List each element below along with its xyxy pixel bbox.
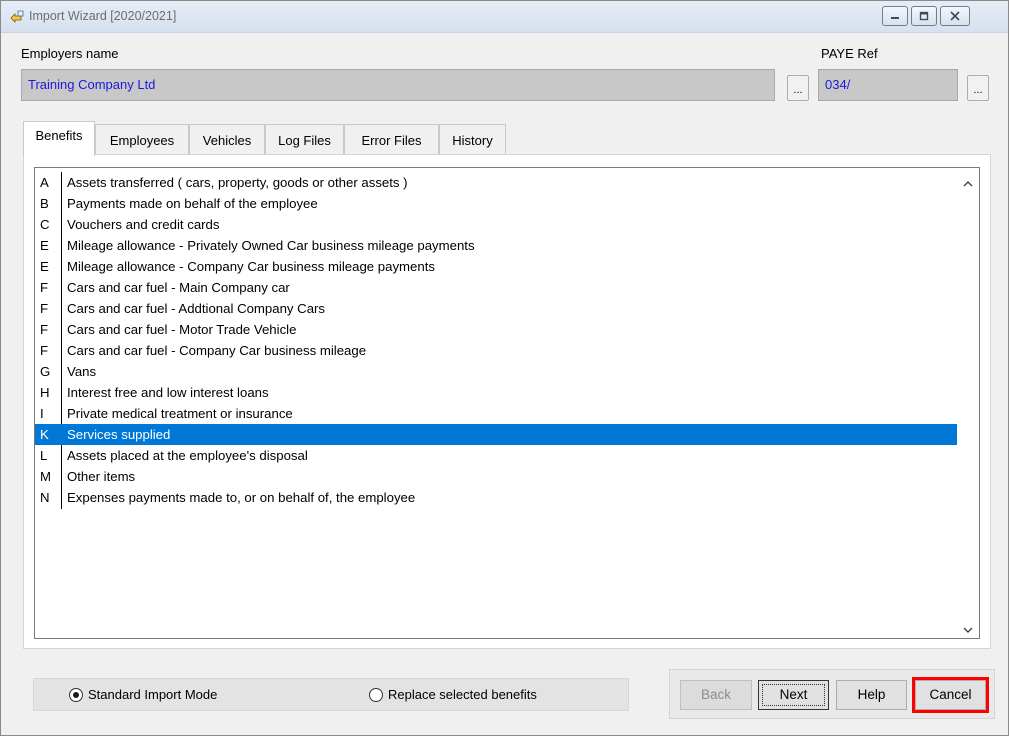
- benefit-code: F: [40, 280, 49, 295]
- maximize-icon: [919, 11, 929, 21]
- employer-name-field[interactable]: Training Company Ltd: [21, 69, 775, 101]
- benefit-code: A: [40, 175, 49, 190]
- list-item[interactable]: C Vouchers and credit cards: [35, 214, 957, 235]
- benefit-description: Services supplied: [67, 427, 171, 442]
- benefit-description: Vouchers and credit cards: [67, 217, 220, 232]
- tab-history[interactable]: History: [439, 124, 506, 155]
- benefit-code: N: [40, 490, 50, 505]
- list-item[interactable]: H Interest free and low interest loans: [35, 382, 957, 403]
- list-item[interactable]: K Services supplied: [35, 424, 957, 445]
- benefit-description: Cars and car fuel - Addtional Company Ca…: [67, 301, 326, 316]
- replace-selected-benefits-radio[interactable]: Replace selected benefits: [369, 687, 537, 702]
- next-button[interactable]: Next: [758, 680, 829, 710]
- benefit-description: Assets placed at the employee's disposal: [67, 448, 308, 463]
- list-item[interactable]: E Mileage allowance - Company Car busines…: [35, 256, 957, 277]
- benefits-panel: A Assets transferred ( cars, property, go…: [23, 154, 991, 649]
- benefit-description: Interest free and low interest loans: [67, 385, 269, 400]
- vertical-scrollbar[interactable]: [957, 168, 979, 638]
- benefit-code: F: [40, 322, 49, 337]
- benefit-description: Cars and car fuel - Company Car business…: [67, 343, 367, 358]
- minimize-icon: [890, 11, 900, 21]
- tab-log-files[interactable]: Log Files: [265, 124, 344, 155]
- standard-import-mode-label: Standard Import Mode: [88, 687, 218, 702]
- paye-ref-field[interactable]: 034/: [818, 69, 958, 101]
- list-item[interactable]: E Mileage allowance - Privately Owned Car…: [35, 235, 957, 256]
- benefits-list[interactable]: A Assets transferred ( cars, property, go…: [34, 167, 980, 639]
- benefit-code: L: [40, 448, 48, 463]
- cancel-button[interactable]: Cancel: [912, 677, 989, 713]
- paye-browse-button[interactable]: ...: [967, 75, 989, 101]
- close-button[interactable]: [940, 6, 970, 26]
- replace-selected-benefits-label: Replace selected benefits: [388, 687, 537, 702]
- list-item[interactable]: F Cars and car fuel - Main Company car: [35, 277, 957, 298]
- benefit-code: H: [40, 385, 50, 400]
- help-button[interactable]: Help: [836, 680, 907, 710]
- paye-ref-label: PAYE Ref: [821, 46, 878, 61]
- tab-vehicles[interactable]: Vehicles: [189, 124, 265, 155]
- list-item[interactable]: A Assets transferred ( cars, property, go…: [35, 172, 957, 193]
- benefit-code: E: [40, 238, 49, 253]
- benefit-description: Vans: [67, 364, 97, 379]
- title-bar[interactable]: Import Wizard [2020/2021]: [1, 1, 1008, 33]
- benefit-description: Other items: [67, 469, 136, 484]
- employer-browse-button[interactable]: ...: [787, 75, 809, 101]
- scroll-up-icon[interactable]: [963, 176, 973, 187]
- benefit-code: E: [40, 259, 49, 274]
- benefits-rows: A Assets transferred ( cars, property, go…: [35, 172, 957, 508]
- benefit-description: Mileage allowance - Company Car business…: [67, 259, 435, 274]
- standard-import-mode-radio[interactable]: Standard Import Mode: [69, 687, 217, 702]
- benefit-description: Cars and car fuel - Motor Trade Vehicle: [67, 322, 297, 337]
- benefit-description: Assets transferred ( cars, property, goo…: [67, 175, 408, 190]
- window-title: Import Wizard [2020/2021]: [29, 9, 177, 23]
- benefit-code: F: [40, 301, 49, 316]
- list-item[interactable]: F Cars and car fuel - Motor Trade Vehicle: [35, 319, 957, 340]
- tab-employees[interactable]: Employees: [95, 124, 189, 155]
- list-item[interactable]: B Payments made on behalf of the employee: [35, 193, 957, 214]
- list-item[interactable]: M Other items: [35, 466, 957, 487]
- import-mode-group: Standard Import Mode Replace selected be…: [33, 678, 629, 711]
- focus-ring: [762, 684, 825, 706]
- close-icon: [950, 11, 960, 21]
- benefit-description: Expenses payments made to, or on behalf …: [67, 490, 416, 505]
- import-wizard-window: Import Wizard [2020/2021] Employers name…: [0, 0, 1009, 736]
- list-item[interactable]: I Private medical treatment or insurance: [35, 403, 957, 424]
- benefit-code: I: [40, 406, 44, 421]
- list-item[interactable]: L Assets placed at the employee's disposa…: [35, 445, 957, 466]
- scroll-down-icon[interactable]: [963, 622, 973, 633]
- maximize-button[interactable]: [911, 6, 937, 26]
- radio-unchecked-icon: [369, 687, 383, 702]
- benefit-description: Private medical treatment or insurance: [67, 406, 293, 421]
- benefit-description: Mileage allowance - Privately Owned Car …: [67, 238, 475, 253]
- benefit-code: F: [40, 343, 49, 358]
- employer-name-label: Employers name: [21, 46, 119, 61]
- minimize-button[interactable]: [882, 6, 908, 26]
- list-item[interactable]: G Vans: [35, 361, 957, 382]
- list-item[interactable]: N Expenses payments made to, or on behalf…: [35, 487, 957, 508]
- tab-benefits[interactable]: Benefits: [23, 121, 95, 156]
- app-icon: [9, 9, 25, 25]
- list-item[interactable]: F Cars and car fuel - Addtional Company C…: [35, 298, 957, 319]
- benefit-code: M: [40, 469, 51, 484]
- benefit-code: G: [40, 364, 51, 379]
- benefit-code: K: [40, 427, 49, 442]
- tab-error-files[interactable]: Error Files: [344, 124, 439, 155]
- back-button[interactable]: Back: [680, 680, 752, 710]
- benefit-description: Cars and car fuel - Main Company car: [67, 280, 290, 295]
- benefit-description: Payments made on behalf of the employee: [67, 196, 318, 211]
- benefit-code: C: [40, 217, 50, 232]
- list-item[interactable]: F Cars and car fuel - Company Car busines…: [35, 340, 957, 361]
- benefit-code: B: [40, 196, 49, 211]
- radio-checked-icon: [69, 687, 83, 702]
